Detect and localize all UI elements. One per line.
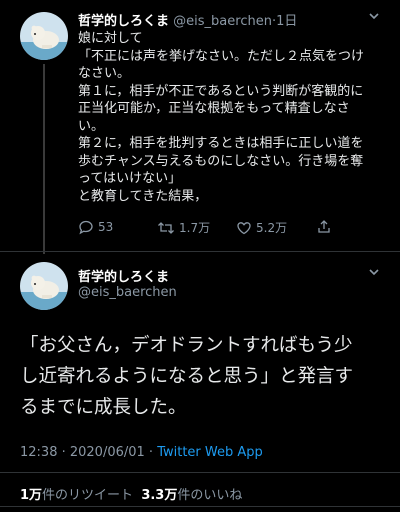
- tweet-line: るまでに成長した。: [20, 397, 187, 418]
- chevron-down-icon[interactable]: [368, 10, 380, 26]
- tweet-text: 「お父さん，デオドラントすればもう少 し近寄れるようになると思う」と発言す るま…: [20, 330, 385, 423]
- polar-bear-photo: [20, 262, 68, 310]
- tweet-meta: 12:38 · 2020/06/01 · Twitter Web App: [20, 445, 263, 460]
- divider: [0, 472, 400, 473]
- likes-label: 件のいいね: [177, 488, 243, 503]
- likes-stat[interactable]: 3.3万件のいいね: [141, 488, 242, 503]
- handle[interactable]: @eis_baerchen: [173, 14, 272, 29]
- tweet-line: ってはいけない」: [78, 171, 182, 186]
- tweet-line: 「不正には声を挙げなさい。ただし２点気をつけ: [78, 48, 365, 64]
- tweet-line: と教育してきた結果，: [78, 188, 208, 204]
- avatar[interactable]: [20, 262, 68, 310]
- retweets-stat[interactable]: 1万件のリツイート: [20, 488, 133, 503]
- display-name[interactable]: 哲学的しろくま: [78, 266, 169, 285]
- tweet-first[interactable]: 哲学的しろくま @eis_baerchen·1日 娘に対して 「不正には声を挙げ…: [0, 0, 400, 254]
- display-name[interactable]: 哲学的しろくま: [78, 14, 169, 29]
- thread-line: [43, 64, 45, 254]
- source-app-link[interactable]: Twitter Web App: [157, 445, 263, 460]
- likes-count: 3.3万: [141, 488, 178, 503]
- retweet-icon: [158, 221, 174, 234]
- tweet-line: 正当化可能か，正当な根拠をもって精査しなさ: [78, 101, 350, 116]
- avatar[interactable]: [20, 12, 68, 60]
- tweet-header: 哲学的しろくま @eis_baerchen·1日: [78, 10, 297, 29]
- share-button[interactable]: [316, 219, 332, 235]
- retweet-button[interactable]: 1.7万: [157, 219, 210, 236]
- chevron-down-icon[interactable]: [368, 266, 380, 282]
- retweets-label: 件のリツイート: [42, 488, 134, 503]
- tweet-line: なさい。: [78, 66, 131, 81]
- reply-count: 53: [98, 220, 114, 234]
- engagement-stats: 1万件のリツイート 3.3万件のいいね: [20, 484, 242, 503]
- tweet-line: し近寄れるようになると思う」と発言す: [20, 366, 354, 387]
- retweet-count: 1.7万: [179, 221, 211, 235]
- like-count: 5.2万: [256, 221, 288, 235]
- reply-icon: [79, 220, 93, 235]
- tweet-time[interactable]: 1日: [276, 14, 297, 29]
- reply-button[interactable]: 53: [78, 219, 113, 235]
- heart-icon: [237, 221, 251, 234]
- action-bar: 53 1.7万 5.2万: [78, 219, 378, 239]
- like-button[interactable]: 5.2万: [236, 219, 287, 236]
- divider: [0, 506, 400, 507]
- handle[interactable]: @eis_baerchen: [78, 285, 177, 300]
- tweet-line: 歩むチャンス与えるものにしなさい。行き場を奪: [78, 153, 364, 169]
- polar-bear-photo: [20, 12, 68, 60]
- divider: [0, 251, 400, 252]
- tweet-text: 娘に対して 「不正には声を挙げなさい。ただし２点気をつけ なさい。 第１に，相手…: [78, 30, 382, 205]
- retweets-count: 1万: [20, 488, 43, 503]
- tweet-line: 「お父さん，デオドラントすればもう少: [20, 335, 353, 356]
- tweet-line: 娘に対して: [78, 31, 143, 46]
- timestamp[interactable]: 12:38 · 2020/06/01 ·: [20, 445, 157, 460]
- tweet-line: 第２に，相手を批判するときは相手に正しい道を: [78, 136, 364, 151]
- tweet-line: い。: [78, 118, 105, 134]
- tweet-line: 第１に，相手が不正であるという判断が客観的に: [78, 83, 364, 99]
- share-icon: [318, 220, 330, 233]
